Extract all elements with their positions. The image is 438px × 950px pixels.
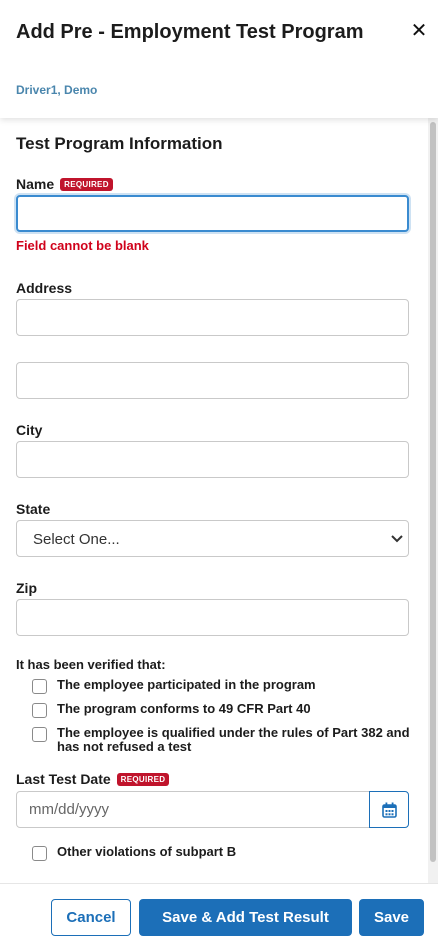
state-label: State xyxy=(16,501,51,517)
last-test-date-label-text: Last Test Date xyxy=(16,771,111,787)
last-test-date-input[interactable] xyxy=(16,791,370,828)
address-line2-input[interactable] xyxy=(16,362,409,399)
driver-name: Driver1, Demo xyxy=(16,83,98,97)
other-violations-checkbox[interactable] xyxy=(32,846,47,861)
modal-header: Add Pre - Employment Test Program Driver… xyxy=(0,0,438,118)
calendar-button[interactable] xyxy=(369,791,409,828)
name-error: Field cannot be blank xyxy=(16,238,149,253)
other-violations-label: Other violations of subpart B xyxy=(57,844,237,859)
address-line1-input[interactable] xyxy=(16,299,409,336)
name-label-text: Name xyxy=(16,176,55,192)
address-label: Address xyxy=(16,280,73,296)
last-test-date-label: Last Test Date REQUIRED xyxy=(16,771,170,787)
close-icon[interactable]: ✕ xyxy=(408,20,430,42)
conforms-label: The program conforms to 49 CFR Part 40 xyxy=(57,701,311,716)
required-badge: REQUIRED xyxy=(60,178,113,191)
save-and-add-test-result-button[interactable]: Save & Add Test Result xyxy=(139,899,352,936)
qualified-checkbox[interactable] xyxy=(32,727,47,742)
zip-input[interactable] xyxy=(16,599,409,636)
chevron-down-icon xyxy=(391,530,403,549)
scrollbar-thumb[interactable] xyxy=(430,122,436,862)
name-input[interactable] xyxy=(16,195,409,232)
last-test-date-group xyxy=(16,791,409,828)
conforms-checkbox[interactable] xyxy=(32,703,47,718)
participated-label: The employee participated in the program xyxy=(57,677,316,692)
section-title: Test Program Information xyxy=(16,134,223,153)
save-button[interactable]: Save xyxy=(359,899,424,936)
zip-label: Zip xyxy=(16,580,37,596)
modal-footer: Cancel Save & Add Test Result Save xyxy=(0,883,438,950)
city-input[interactable] xyxy=(16,441,409,478)
scrollbar[interactable] xyxy=(428,118,438,883)
state-selected-value: Select One... xyxy=(33,531,120,548)
verification-heading: It has been verified that: xyxy=(16,657,166,672)
required-badge: REQUIRED xyxy=(116,773,170,786)
city-label: City xyxy=(16,422,43,438)
cancel-button[interactable]: Cancel xyxy=(51,899,131,936)
calendar-icon xyxy=(382,802,397,823)
state-select[interactable]: Select One... xyxy=(16,520,409,557)
qualified-label: The employee is qualified under the rule… xyxy=(57,725,410,754)
name-label: Name REQUIRED xyxy=(16,176,113,192)
form-body[interactable]: Test Program Information Name REQUIRED Fi… xyxy=(0,118,428,883)
participated-checkbox[interactable] xyxy=(32,679,47,694)
modal-title: Add Pre - Employment Test Program xyxy=(16,21,364,43)
